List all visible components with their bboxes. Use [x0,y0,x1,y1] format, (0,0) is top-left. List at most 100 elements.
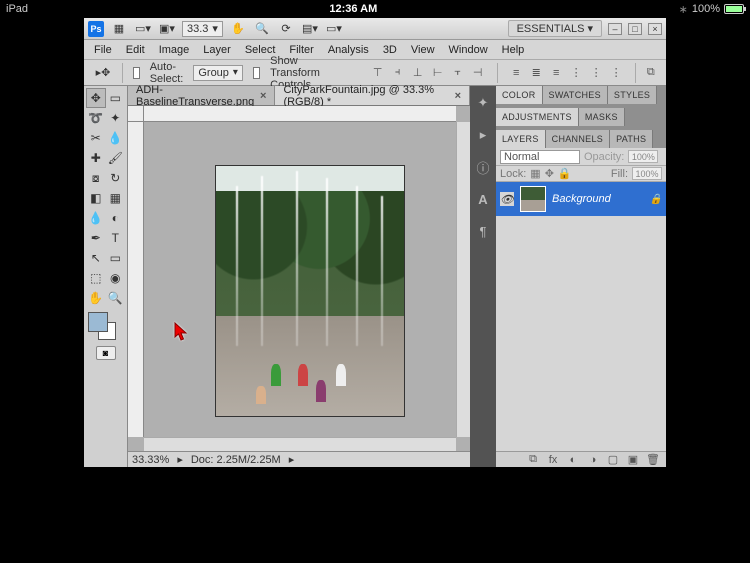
document-canvas[interactable] [144,122,456,437]
move-tool-preset-icon[interactable]: ▸✥ [94,65,112,81]
minimize-button[interactable]: – [608,23,622,35]
menu-window[interactable]: Window [449,44,488,56]
bridge-icon[interactable]: ▦ [110,21,128,37]
maximize-button[interactable]: □ [628,23,642,35]
workspace-switcher[interactable]: ESSENTIALS ▾ [508,20,602,37]
move-tool[interactable]: ✥ [86,88,106,108]
show-transform-checkbox[interactable] [253,67,260,79]
gradient-tool[interactable]: ▦ [106,188,126,208]
new-layer-icon[interactable]: ▣ [626,453,640,466]
canvas-area[interactable] [128,106,470,451]
lasso-tool[interactable]: ➰ [86,108,106,128]
link-layers-icon[interactable]: ⧉ [526,453,540,466]
lock-position-icon[interactable]: ✥ [545,167,554,180]
adjustment-layer-icon[interactable]: ◑ [586,454,600,466]
path-select-tool[interactable]: ↖ [86,248,106,268]
dist-top-icon[interactable]: ≡ [507,65,525,81]
zoom-tool[interactable]: 🔍 [106,288,126,308]
type-tool[interactable]: T [106,228,126,248]
stamp-tool[interactable]: ⧇ [86,168,106,188]
styles-tab[interactable]: STYLES [608,86,657,104]
paragraph-panel-icon[interactable]: ¶ [474,222,492,240]
lock-pixels-icon[interactable]: ▦ [530,167,540,180]
status-arrow-icon[interactable]: ▸ [177,453,183,466]
extras-icon[interactable]: ▭▾ [325,21,343,37]
blur-tool[interactable]: 💧 [86,208,106,228]
zoom-level-input[interactable]: 33.3▾ [182,21,223,37]
eraser-tool[interactable]: ◧ [86,188,106,208]
swatches-tab[interactable]: SWATCHES [543,86,608,104]
lock-all-icon[interactable]: 🔒 [558,167,572,180]
info-panel-icon[interactable]: ⓘ [474,158,492,176]
align-right-icon[interactable]: ⊣ [469,65,487,81]
foreground-color-swatch[interactable] [88,312,108,332]
layer-thumbnail[interactable] [520,186,546,212]
quick-mask-button[interactable]: ◙ [96,346,116,360]
pen-tool[interactable]: ✒ [86,228,106,248]
status-zoom[interactable]: 33.33% [132,454,169,466]
ruler-origin[interactable] [128,106,144,122]
channels-tab[interactable]: CHANNELS [546,130,610,148]
heal-tool[interactable]: ✚ [86,148,106,168]
doc-tab-2[interactable]: CityParkFountain.jpg @ 33.3% (RGB/8) *× [275,86,470,105]
hand-tool-icon[interactable]: ✋ [229,21,247,37]
layer-name[interactable]: Background [552,193,611,205]
menu-view[interactable]: View [411,44,435,56]
paths-tab[interactable]: PATHS [610,130,653,148]
marquee-tool[interactable]: ▭ [106,88,126,108]
opacity-value[interactable]: 100% [628,150,658,163]
horizontal-ruler[interactable] [144,106,456,122]
align-hcenter-icon[interactable]: ⫟ [449,65,467,81]
vertical-ruler[interactable] [128,122,144,437]
menu-edit[interactable]: Edit [126,44,145,56]
blend-mode-select[interactable]: Normal [500,150,580,164]
layer-row-background[interactable]: 👁 Background 🔒 [496,182,666,216]
dist-hcenter-icon[interactable]: ⋮ [587,65,605,81]
3d-camera-tool[interactable]: ◉ [106,268,126,288]
hand-tool[interactable]: ✋ [86,288,106,308]
dodge-tool[interactable]: ◐ [106,208,126,228]
menu-file[interactable]: File [94,44,112,56]
image-content[interactable] [216,166,404,416]
dist-vcenter-icon[interactable]: ≣ [527,65,545,81]
adjustments-tab[interactable]: ADJUSTMENTS [496,108,579,126]
layout-icon[interactable]: ▭▾ [134,21,152,37]
arrange-docs-icon[interactable]: ▤▾ [301,21,319,37]
eyedropper-tool[interactable]: 💧 [106,128,126,148]
status-menu-icon[interactable]: ▸ [289,453,295,466]
align-vcenter-icon[interactable]: ⫞ [389,65,407,81]
crop-tool[interactable]: ✂ [86,128,106,148]
color-swatches[interactable] [86,312,125,340]
history-panel-icon[interactable]: ✦ [474,94,492,112]
history-brush-tool[interactable]: ↻ [106,168,126,188]
dist-left-icon[interactable]: ⋮ [567,65,585,81]
auto-align-icon[interactable]: ⧉ [646,65,656,81]
layer-fx-icon[interactable]: fx [546,454,560,466]
layers-tab[interactable]: LAYERS [496,130,546,148]
actions-panel-icon[interactable]: ▸ [474,126,492,144]
rotate-view-icon[interactable]: ⟳ [277,21,295,37]
menu-layer[interactable]: Layer [203,44,231,56]
close-tab-icon[interactable]: × [455,90,461,102]
menu-help[interactable]: Help [502,44,525,56]
shape-tool[interactable]: ▭ [106,248,126,268]
close-tab-icon[interactable]: × [260,90,266,102]
zoom-tool-icon[interactable]: 🔍 [253,21,271,37]
screen-mode-icon[interactable]: ▣▾ [158,21,176,37]
color-tab[interactable]: COLOR [496,86,543,104]
wand-tool[interactable]: ✦ [106,108,126,128]
fill-value[interactable]: 100% [632,167,662,180]
layer-visibility-icon[interactable]: 👁 [500,192,514,206]
brush-tool[interactable]: 🖌 [106,148,126,168]
layer-mask-icon[interactable]: ◐ [566,454,580,466]
delete-layer-icon[interactable]: 🗑 [646,453,660,466]
align-left-icon[interactable]: ⊢ [429,65,447,81]
menu-3d[interactable]: 3D [383,44,397,56]
dist-right-icon[interactable]: ⋮ [607,65,625,81]
auto-select-checkbox[interactable] [133,67,140,79]
align-top-icon[interactable]: ⊤ [369,65,387,81]
horizontal-scrollbar[interactable] [144,437,456,451]
dist-bottom-icon[interactable]: ≡ [547,65,565,81]
auto-select-dropdown[interactable]: Group ▾ [193,65,243,81]
group-icon[interactable]: ▢ [606,453,620,466]
